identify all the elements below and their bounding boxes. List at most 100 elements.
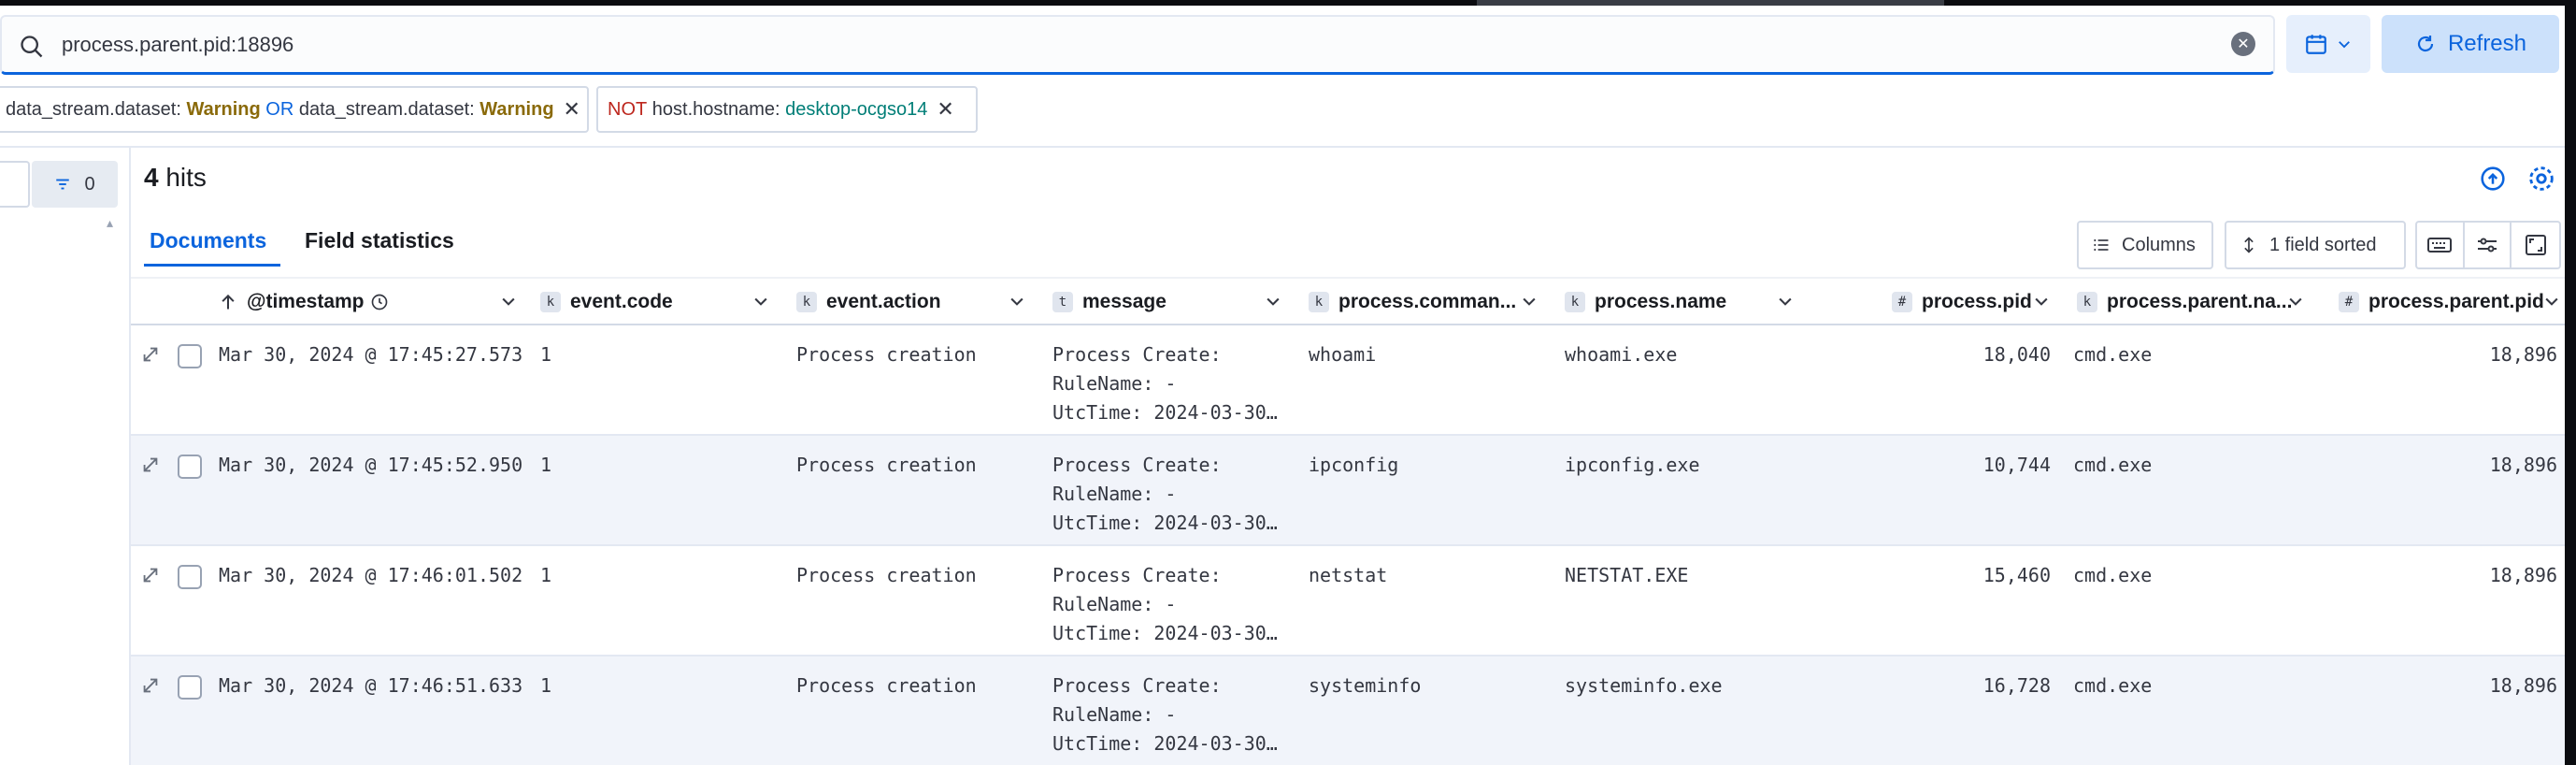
tab-field-statistics[interactable]: Field statistics <box>305 228 454 253</box>
chevron-down-icon[interactable] <box>1776 292 1795 310</box>
sort-ascending-icon <box>222 294 235 310</box>
filter-count: 0 <box>84 173 95 195</box>
refresh-label: Refresh <box>2447 31 2527 56</box>
expand-icon[interactable] <box>140 675 161 696</box>
filter-icon <box>56 179 70 190</box>
filter-negation: NOT <box>608 98 648 120</box>
cell-event-code: 1 <box>540 564 552 586</box>
cell-process-name: ipconfig.exe <box>1565 454 1700 476</box>
table-row[interactable]: Mar 30, 2024 @ 17:45:52.950 1 Process cr… <box>131 436 2565 546</box>
table-row[interactable]: Mar 30, 2024 @ 17:46:51.633 1 Process cr… <box>131 657 2565 765</box>
active-tab-indicator <box>144 264 280 267</box>
chevron-down-icon[interactable] <box>1264 292 1282 310</box>
sort-icon <box>2244 237 2254 253</box>
chevron-down-icon[interactable] <box>2286 292 2305 310</box>
cell-event-action: Process creation <box>796 454 977 476</box>
expand-icon[interactable] <box>140 455 161 475</box>
column-header-timestamp[interactable]: @timestamp <box>219 279 389 325</box>
cell-command: netstat <box>1309 564 1388 586</box>
columns-label: Columns <box>2122 234 2196 255</box>
date-picker-button[interactable] <box>2286 15 2370 73</box>
column-header-message[interactable]: t message <box>1052 279 1166 325</box>
chevron-down-icon[interactable] <box>499 292 518 310</box>
filter-value: desktop-ocgso14 <box>785 98 928 120</box>
row-checkbox[interactable] <box>178 344 202 368</box>
clock-icon <box>371 294 387 310</box>
filter-pill-hostname[interactable]: NOT host.hostname: desktop-ocgso14 ✕ <box>596 86 978 133</box>
chevron-down-icon[interactable] <box>2032 292 2051 310</box>
cell-command: systeminfo <box>1309 674 1422 697</box>
sort-label: 1 field sorted <box>2269 234 2377 255</box>
expand-icon[interactable] <box>140 344 161 365</box>
table-row[interactable]: Mar 30, 2024 @ 17:45:27.573 1 Process cr… <box>131 325 2565 436</box>
cell-parent-pid: 18,896 <box>2489 674 2557 697</box>
window-top-strip <box>0 0 2576 6</box>
row-checkbox[interactable] <box>178 675 202 700</box>
cell-message: Process Create: RuleName: - UtcTime: 2024-… <box>1052 343 1278 424</box>
cell-event-action: Process creation <box>796 674 977 697</box>
cell-timestamp: Mar 30, 2024 @ 17:46:01.502 <box>219 564 523 586</box>
field-filter-button[interactable]: 0 <box>32 161 118 208</box>
sort-button[interactable]: 1 field sorted <box>2225 221 2406 269</box>
refresh-button[interactable]: Refresh <box>2382 15 2559 73</box>
column-header-process-name[interactable]: k process.name <box>1565 279 1726 325</box>
cell-parent-name: cmd.exe <box>2073 674 2153 697</box>
cell-process-pid: 10,744 <box>1982 454 2051 476</box>
chevron-down-icon[interactable] <box>1008 292 1026 310</box>
search-icon <box>21 36 43 58</box>
keyboard-icon[interactable] <box>2417 223 2465 267</box>
row-checkbox[interactable] <box>178 455 202 479</box>
close-icon[interactable]: ✕ <box>564 97 580 122</box>
clear-query-icon[interactable]: ✕ <box>2231 32 2255 56</box>
columns-button[interactable]: Columns <box>2077 221 2213 269</box>
cell-process-pid: 16,728 <box>1982 674 2051 697</box>
cell-parent-pid: 18,896 <box>2489 454 2557 476</box>
field-search-input[interactable] <box>0 161 30 208</box>
column-header-process-command[interactable]: k process.comman... <box>1309 279 1516 325</box>
gear-icon[interactable] <box>2526 163 2557 195</box>
list-icon <box>2094 238 2109 252</box>
cell-timestamp: Mar 30, 2024 @ 17:46:51.633 <box>219 674 523 697</box>
search-input[interactable] <box>62 28 2202 62</box>
column-header-process-parent-pid[interactable]: # process.parent.pid <box>2339 279 2544 325</box>
cell-message: Process Create: RuleName: - UtcTime: 2024-… <box>1052 454 1278 534</box>
sidebar-resize-handle[interactable]: ▴ <box>107 215 113 231</box>
column-header-process-pid[interactable]: # process.pid <box>1892 279 2032 325</box>
cell-process-name: systeminfo.exe <box>1565 674 1723 697</box>
cell-process-pid: 15,460 <box>1982 564 2051 586</box>
cell-timestamp: Mar 30, 2024 @ 17:45:52.950 <box>219 454 523 476</box>
filter-value: Warning <box>186 98 261 120</box>
window-right-edge <box>2565 0 2576 765</box>
chevron-down-icon[interactable] <box>2542 292 2561 310</box>
column-header-event-action[interactable]: k event.action <box>796 279 941 325</box>
fullscreen-icon[interactable] <box>2512 223 2559 267</box>
cell-parent-name: cmd.exe <box>2073 343 2153 366</box>
query-bar[interactable] <box>0 15 2275 75</box>
cell-command: ipconfig <box>1309 454 1399 476</box>
cell-event-action: Process creation <box>796 343 977 366</box>
tab-documents[interactable]: Documents <box>150 228 266 253</box>
cell-parent-pid: 18,896 <box>2489 564 2557 586</box>
display-settings-icon[interactable] <box>2465 223 2512 267</box>
cell-event-code: 1 <box>540 343 552 366</box>
chevron-down-icon[interactable] <box>1520 292 1538 310</box>
ai-assistant-icon[interactable] <box>2477 163 2509 195</box>
column-header-event-code[interactable]: k event.code <box>540 279 673 325</box>
expand-icon[interactable] <box>140 565 161 585</box>
table-header: @timestamp k event.code k event.action t me… <box>131 277 2565 325</box>
calendar-icon <box>2306 35 2326 54</box>
filter-pill-dataset[interactable]: data_stream.dataset: Warning OR data_str… <box>0 86 589 133</box>
cell-parent-pid: 18,896 <box>2489 343 2557 366</box>
filter-field: host.hostname: <box>651 98 780 120</box>
chevron-down-icon <box>2339 41 2350 49</box>
cell-timestamp: Mar 30, 2024 @ 17:45:27.573 <box>219 343 523 366</box>
cell-process-name: whoami.exe <box>1565 343 1678 366</box>
close-icon[interactable]: ✕ <box>937 97 953 122</box>
cell-process-pid: 18,040 <box>1982 343 2051 366</box>
column-header-process-parent-name[interactable]: k process.parent.na... <box>2077 279 2292 325</box>
row-checkbox[interactable] <box>178 565 202 589</box>
filter-field: data_stream.dataset: <box>6 98 181 120</box>
cell-parent-name: cmd.exe <box>2073 454 2153 476</box>
table-row[interactable]: Mar 30, 2024 @ 17:46:01.502 1 Process cr… <box>131 546 2565 657</box>
chevron-down-icon[interactable] <box>751 292 770 310</box>
